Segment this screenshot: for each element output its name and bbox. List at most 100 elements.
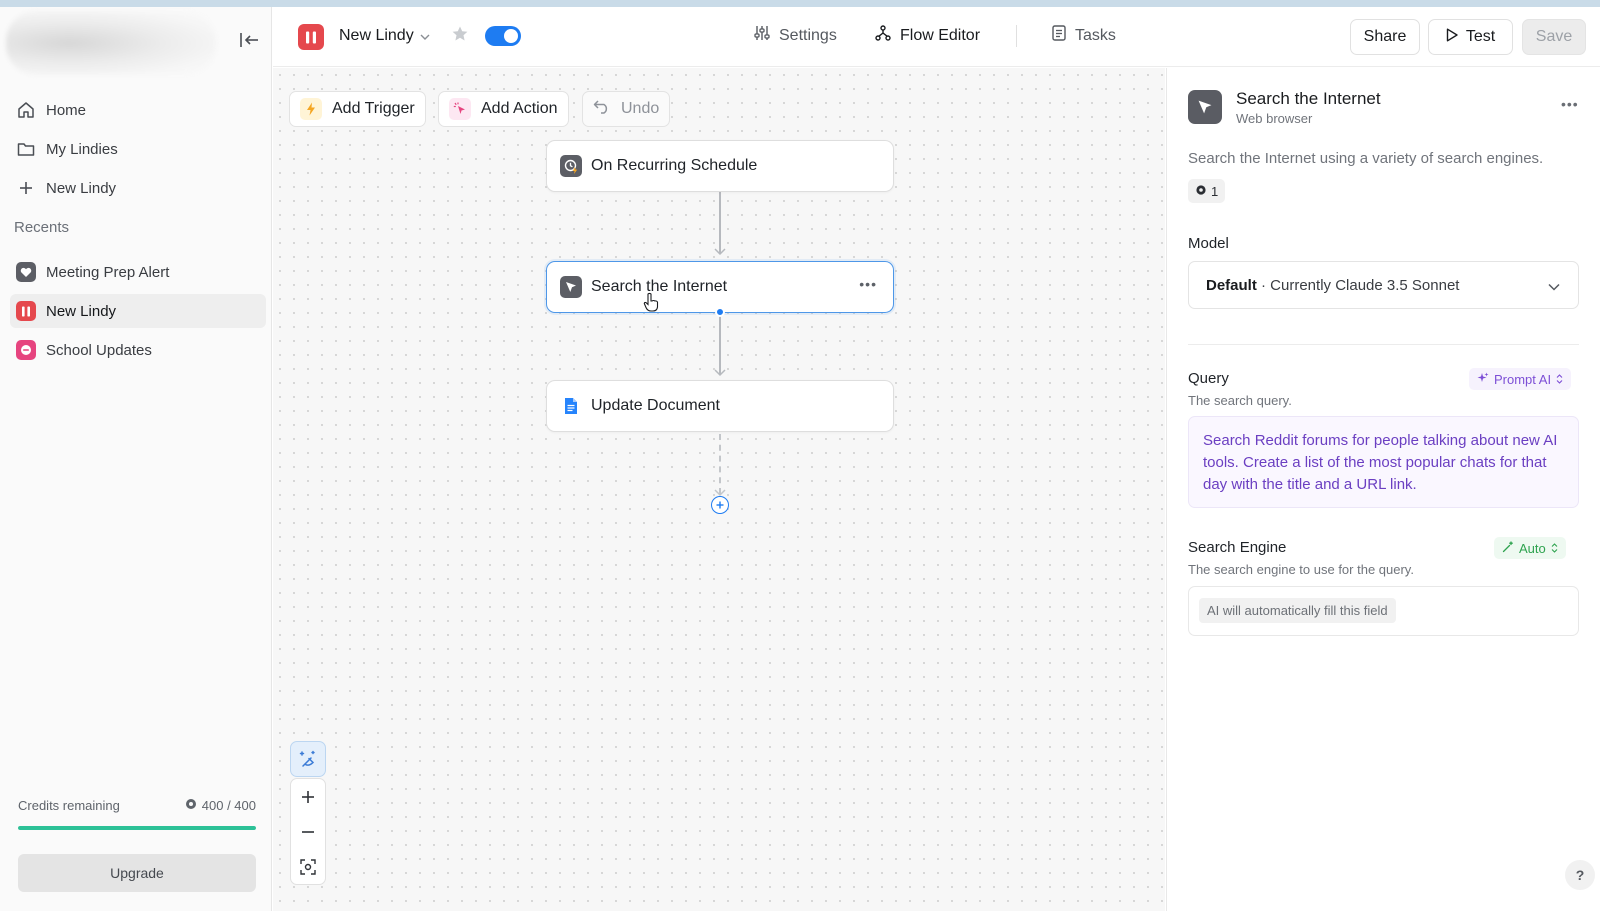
app-window: Home My Lindies New Lindy Recents Meetin… xyxy=(0,7,1600,911)
add-action-button[interactable]: Add Action xyxy=(438,91,569,127)
model-value-default: Default xyxy=(1206,276,1257,294)
up-down-chevron-icon xyxy=(1551,541,1558,556)
clock-icon xyxy=(560,155,582,177)
lightning-icon xyxy=(300,98,322,120)
query-help: The search query. xyxy=(1188,393,1292,408)
minus-circle-app-icon xyxy=(16,340,36,360)
nav-new-lindy[interactable]: New Lindy xyxy=(10,171,266,205)
node-on-recurring-schedule[interactable]: On Recurring Schedule xyxy=(546,140,894,192)
nav-my-lindies-label: My Lindies xyxy=(46,140,118,158)
query-input[interactable]: Search Reddit forums for people talking … xyxy=(1188,416,1579,508)
tab-tasks[interactable]: Tasks xyxy=(1052,25,1116,46)
lindy-name-dropdown[interactable]: New Lindy xyxy=(339,27,430,45)
help-question-button[interactable]: ? xyxy=(1565,860,1595,890)
pause-app-icon xyxy=(16,301,36,321)
usage-badge: 1 xyxy=(1188,179,1226,203)
window-top-strip xyxy=(0,0,1600,7)
lindy-name: New Lindy xyxy=(339,27,414,44)
model-select[interactable]: Default · Currently Claude 3.5 Sonnet xyxy=(1188,261,1579,309)
share-button-label: Share xyxy=(1363,28,1407,45)
search-engine-help: The search engine to use for the query. xyxy=(1188,562,1414,577)
google-doc-icon xyxy=(560,395,582,417)
step-config-panel: Search the Internet Web browser ••• Sear… xyxy=(1166,68,1600,911)
credits-value: 400 / 400 xyxy=(201,798,256,813)
hand-pointer-cursor-icon xyxy=(643,292,659,312)
auto-fill-chip: AI will automatically fill this field xyxy=(1199,598,1396,623)
zoom-controls xyxy=(290,778,326,885)
recent-item-school-updates[interactable]: School Updates xyxy=(10,333,266,367)
credits-coin-icon xyxy=(185,798,197,813)
credits-progress-bar xyxy=(18,826,256,830)
nav-my-lindies[interactable]: My Lindies xyxy=(10,132,266,166)
chevron-down-icon xyxy=(420,27,430,45)
search-engine-label: Search Engine xyxy=(1188,539,1287,556)
auto-layout-wand-button[interactable] xyxy=(290,741,326,777)
undo-button[interactable]: Undo xyxy=(582,91,671,127)
query-mode-label: Prompt AI xyxy=(1494,371,1552,387)
enabled-toggle[interactable] xyxy=(485,26,521,46)
up-down-chevron-icon xyxy=(1556,372,1563,387)
favorite-star-icon[interactable] xyxy=(451,25,469,48)
nav-new-lindy-label: New Lindy xyxy=(46,179,117,197)
search-engine-mode-selector[interactable]: Auto xyxy=(1494,537,1566,559)
share-button[interactable]: Share xyxy=(1350,19,1420,55)
usage-badge-count: 1 xyxy=(1211,183,1219,199)
node-label: Search the Internet xyxy=(591,278,728,295)
wand-icon xyxy=(1502,540,1514,556)
folder-icon xyxy=(16,139,36,159)
panel-description: Search the Internet using a variety of s… xyxy=(1188,150,1544,167)
gear-icon xyxy=(1195,184,1207,199)
fit-view-icon[interactable] xyxy=(291,849,325,884)
tab-settings[interactable]: Settings xyxy=(754,25,837,46)
search-engine-mode-label: Auto xyxy=(1519,540,1546,556)
tab-divider xyxy=(1016,25,1017,47)
nav-home[interactable]: Home xyxy=(10,93,266,127)
node-label: Update Document xyxy=(591,397,720,414)
account-avatar[interactable] xyxy=(6,11,216,75)
node-update-document[interactable]: Update Document xyxy=(546,380,894,432)
test-button[interactable]: Test xyxy=(1428,19,1513,55)
tab-flow-editor[interactable]: Flow Editor xyxy=(875,25,980,46)
node-more-icon[interactable]: ••• xyxy=(859,276,877,292)
save-button-label: Save xyxy=(1535,28,1573,45)
test-button-label: Test xyxy=(1465,28,1496,45)
recent-item-label: Meeting Prep Alert xyxy=(46,263,170,281)
nav-home-label: Home xyxy=(46,101,87,119)
panel-more-icon[interactable]: ••• xyxy=(1561,96,1579,112)
recent-item-new-lindy[interactable]: New Lindy xyxy=(10,294,266,328)
cursor-icon xyxy=(1188,90,1222,124)
node-search-the-internet[interactable]: Search the Internet ••• xyxy=(546,261,894,313)
credits-progress-fill xyxy=(18,826,256,830)
recents-heading: Recents xyxy=(14,219,70,236)
edge-arrow-icon xyxy=(714,369,726,377)
query-mode-selector[interactable]: Prompt AI xyxy=(1469,368,1572,390)
zoom-out-icon[interactable] xyxy=(291,814,325,849)
tab-settings-label: Settings xyxy=(779,26,837,44)
credits-label: Credits remaining xyxy=(18,798,120,813)
recent-item-label: New Lindy xyxy=(46,302,117,320)
node-label: On Recurring Schedule xyxy=(591,157,758,174)
home-icon xyxy=(16,100,36,120)
sparkle-cursor-icon xyxy=(449,98,471,120)
credits-row: Credits remaining 400 / 400 xyxy=(18,798,256,813)
zoom-in-icon[interactable] xyxy=(291,779,325,814)
recent-item-meeting-prep-alert[interactable]: Meeting Prep Alert xyxy=(10,255,266,289)
save-button[interactable]: Save xyxy=(1522,19,1586,55)
flow-canvas[interactable]: Add Trigger Add Action Undo On Recurring… xyxy=(273,68,1165,911)
undo-label: Undo xyxy=(621,100,660,117)
search-engine-field[interactable]: AI will automatically fill this field xyxy=(1188,586,1579,636)
document-icon xyxy=(1052,25,1066,46)
chevron-down-icon xyxy=(1548,278,1560,295)
recent-item-label: School Updates xyxy=(46,341,152,359)
model-value-detail: · Currently Claude 3.5 Sonnet xyxy=(1256,276,1460,294)
add-trigger-button[interactable]: Add Trigger xyxy=(289,91,426,127)
flow-edge-dashed xyxy=(719,434,721,494)
add-step-plus-icon[interactable] xyxy=(711,496,729,514)
edge-arrow-icon xyxy=(714,248,726,256)
lindy-pause-icon[interactable] xyxy=(298,24,324,50)
panel-title: Search the Internet xyxy=(1236,89,1381,108)
collapse-sidebar-icon[interactable] xyxy=(238,29,260,51)
model-label: Model xyxy=(1188,235,1229,252)
node-output-handle[interactable] xyxy=(715,307,725,317)
upgrade-button[interactable]: Upgrade xyxy=(18,854,256,892)
